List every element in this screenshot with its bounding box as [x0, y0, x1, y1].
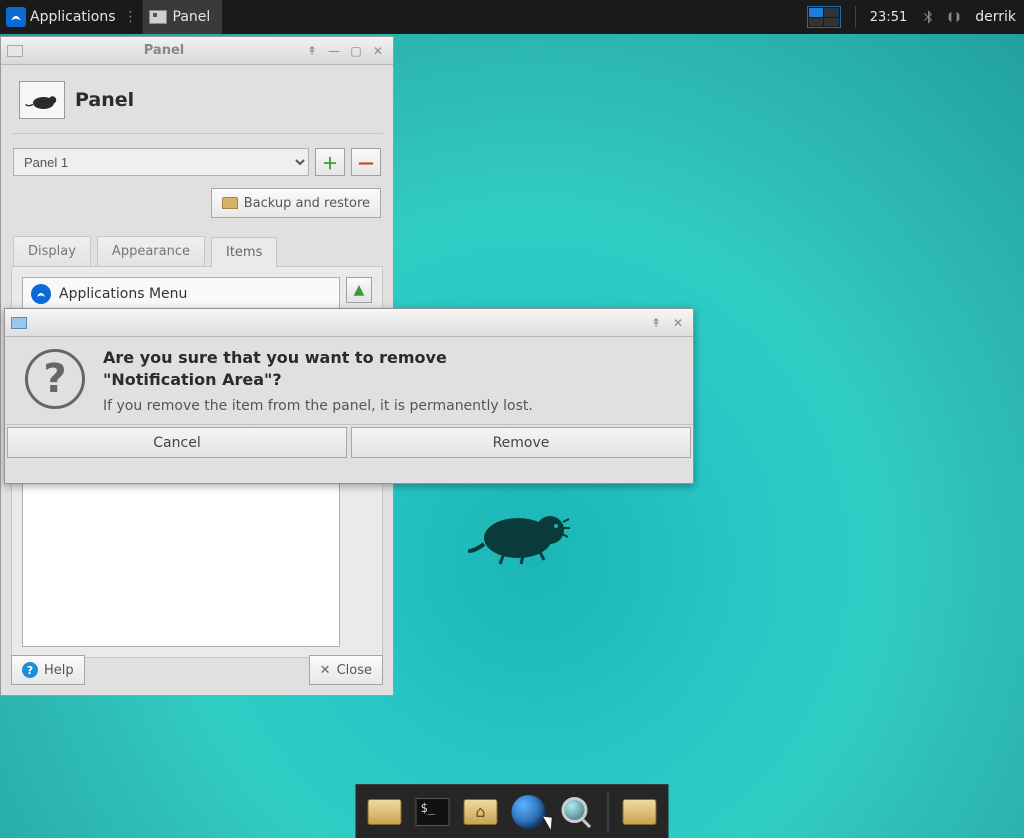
tab-items[interactable]: Items: [211, 237, 277, 267]
folder-icon: [222, 197, 238, 209]
globe-icon: [512, 795, 546, 829]
dock-file-manager[interactable]: [364, 791, 406, 833]
backup-restore-button[interactable]: Backup and restore: [211, 188, 381, 218]
window-icon: [149, 10, 167, 24]
panel-selector[interactable]: Panel 1: [13, 148, 309, 176]
dock-web-browser[interactable]: [508, 791, 550, 833]
dock-separator: [608, 792, 609, 832]
window-stick-icon[interactable]: ↟: [303, 43, 321, 59]
close-label: Close: [337, 663, 372, 678]
network-icon[interactable]: [946, 9, 962, 25]
user-menu-button[interactable]: derrik: [967, 9, 1024, 25]
dialog-heading: Are you sure that you want to remove "No…: [103, 347, 533, 390]
tabs: Display Appearance Items: [11, 230, 383, 266]
magnifier-icon: [562, 797, 592, 827]
window-close-icon[interactable]: ✕: [369, 43, 387, 59]
dock-home-folder[interactable]: [460, 791, 502, 833]
bluetooth-icon[interactable]: [920, 9, 936, 25]
list-item[interactable]: Applications Menu: [23, 278, 339, 310]
remove-button[interactable]: Remove: [351, 427, 691, 458]
arrow-up-icon: ▲: [354, 282, 365, 298]
clock[interactable]: 23:51: [862, 10, 915, 25]
window-maximize-icon[interactable]: ▢: [347, 43, 365, 59]
help-label: Help: [44, 663, 74, 678]
window-minimize-icon[interactable]: —: [325, 43, 343, 59]
move-item-up-button[interactable]: ▲: [346, 277, 372, 303]
tab-appearance[interactable]: Appearance: [97, 236, 205, 266]
dialog-message: If you remove the item from the panel, i…: [103, 398, 533, 414]
tab-display[interactable]: Display: [13, 236, 91, 266]
workspace-switcher[interactable]: [807, 6, 841, 28]
applications-menu-button[interactable]: Applications: [0, 0, 122, 34]
dock-folder[interactable]: [619, 791, 661, 833]
help-icon: ?: [22, 662, 38, 678]
window-icon: [7, 45, 23, 57]
separator-icon: ⋮: [122, 9, 140, 25]
question-icon: ?: [25, 349, 85, 409]
dialog-titlebar[interactable]: ↟ ✕: [5, 309, 693, 337]
panelprefs-heading: Panel: [75, 89, 134, 111]
help-button[interactable]: ? Help: [11, 655, 85, 685]
tray-separator: [855, 6, 856, 28]
window-title: Panel: [29, 43, 299, 58]
add-panel-button[interactable]: ＋: [315, 148, 345, 176]
close-button[interactable]: ✕ Close: [309, 655, 383, 685]
cancel-button[interactable]: Cancel: [7, 427, 347, 458]
taskbar-item-label: Panel: [173, 9, 211, 25]
window-icon: [11, 317, 27, 329]
remove-panel-button[interactable]: —: [351, 148, 381, 176]
list-item-label: Applications Menu: [59, 286, 187, 302]
backup-restore-label: Backup and restore: [244, 196, 370, 211]
panelprefs-titlebar[interactable]: Panel ↟ — ▢ ✕: [1, 37, 393, 65]
top-panel: Applications ⋮ Panel 23:51 derrik: [0, 0, 1024, 34]
wallpaper-mouse-icon: [468, 500, 578, 574]
panelprefs-header: Panel: [11, 65, 383, 134]
window-stick-icon[interactable]: ↟: [647, 315, 665, 331]
panel-logo-icon: [19, 81, 65, 119]
dock-search[interactable]: [556, 791, 598, 833]
plus-icon: ＋: [322, 150, 338, 174]
xfce-logo-icon: [31, 284, 51, 304]
minus-icon: —: [358, 153, 374, 172]
bottom-dock: $_: [356, 784, 669, 838]
taskbar-item-panel[interactable]: Panel: [142, 0, 223, 34]
dock-terminal[interactable]: $_: [412, 791, 454, 833]
applications-menu-label: Applications: [30, 9, 116, 25]
confirm-remove-dialog: ↟ ✕ ? Are you sure that you want to remo…: [4, 308, 694, 484]
xfce-logo-icon: [6, 7, 26, 27]
window-close-icon[interactable]: ✕: [669, 315, 687, 331]
close-icon: ✕: [320, 663, 331, 678]
